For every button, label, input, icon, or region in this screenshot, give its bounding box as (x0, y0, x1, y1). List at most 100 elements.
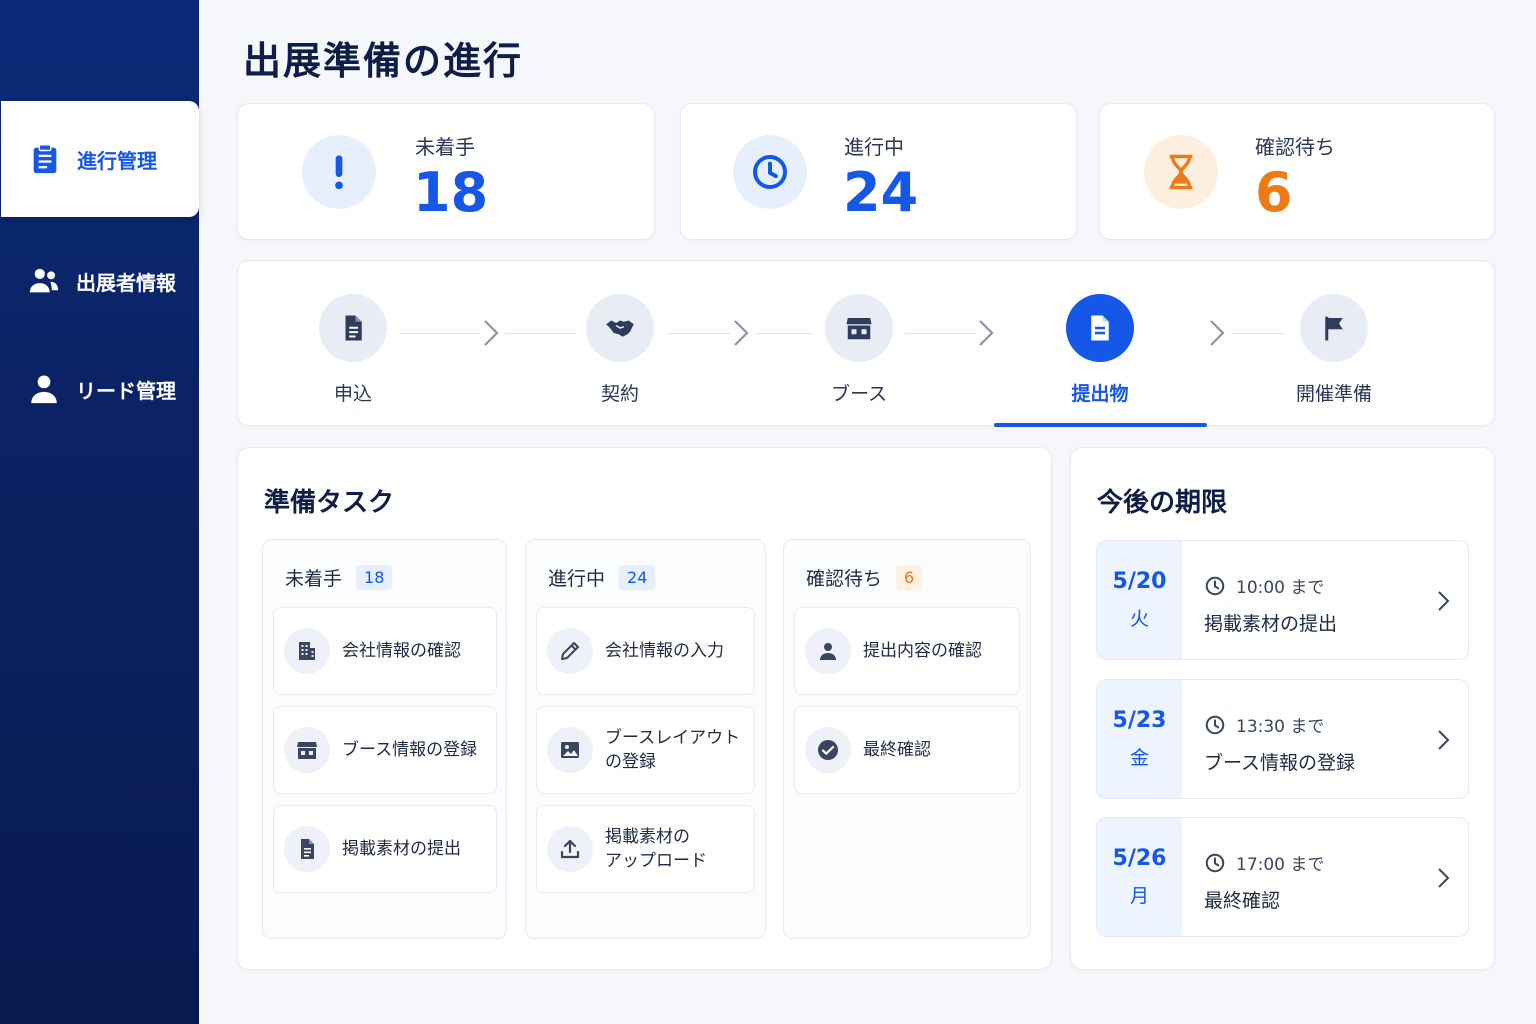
exclamation-icon (302, 135, 376, 209)
stat-value: 6 (1255, 161, 1293, 224)
stat-card-in-progress: 進行中 24 (680, 103, 1077, 240)
deadline-date: 5/20 火 (1097, 541, 1182, 659)
stat-card-awaiting-review: 確認待ち 6 (1099, 103, 1495, 240)
clipboard-icon (27, 141, 63, 177)
sidebar-item-label: リード管理 (76, 378, 176, 403)
task-label-line2: の登録 (605, 752, 656, 772)
document-icon (319, 294, 387, 362)
time-text: 13:30 まで (1236, 717, 1325, 737)
deadline-item[interactable]: 5/26 月 17:00 まで 最終確認 (1096, 817, 1469, 937)
task-label-line1: ブースレイアウト (605, 728, 741, 748)
image-icon (547, 727, 593, 773)
clock-icon (733, 135, 807, 209)
step-booth[interactable]: ブース (789, 294, 929, 406)
column-header: 進行中 24 (548, 564, 656, 591)
active-step-indicator (994, 423, 1207, 427)
task-card[interactable]: ブースレイアウト の登録 (536, 706, 755, 794)
task-label-line1: 掲載素材の (605, 827, 690, 847)
person-icon (26, 371, 62, 407)
date: 5/26 (1112, 846, 1167, 871)
weekday: 火 (1129, 608, 1149, 630)
sidebar-item-progress[interactable]: 進行管理 (1, 101, 199, 217)
clock-icon (1205, 576, 1225, 595)
deadline-date: 5/23 金 (1097, 680, 1182, 798)
step-contract[interactable]: 契約 (550, 294, 690, 406)
chevron-right-icon (484, 320, 499, 346)
progress-steps: 申込 契約 ブース 提出物 開催準備 (237, 260, 1495, 427)
task-card[interactable]: 会社情報の入力 (536, 607, 755, 695)
handshake-icon (586, 294, 654, 362)
flag-icon (1300, 294, 1368, 362)
sidebar-item-exhibitors[interactable]: 出展者情報 (0, 223, 199, 339)
clock-icon (1205, 853, 1225, 872)
task-card[interactable]: ブース情報の登録 (273, 706, 497, 794)
task-label-line2: アップロード (605, 851, 707, 871)
task-label: 会社情報の確認 (342, 641, 461, 661)
chevron-right-icon (734, 320, 749, 346)
column-title: 確認待ち (806, 568, 883, 590)
stat-label: 進行中 (844, 135, 904, 159)
task-column-in-progress: 進行中 24 会社情報の入力 ブースレイアウト の登録 掲載素材のアップロード (525, 539, 766, 939)
clock-icon (1205, 715, 1225, 734)
chevron-right-icon (979, 320, 994, 346)
time-text: 10:00 まで (1236, 578, 1325, 598)
step-application[interactable]: 申込 (283, 294, 423, 406)
step-connector (668, 333, 730, 334)
count-badge: 6 (896, 565, 923, 590)
deadline-task: 最終確認 (1204, 890, 1281, 912)
deadline-item[interactable]: 5/20 火 10:00 まで 掲載素材の提出 (1096, 540, 1469, 660)
task-card[interactable]: 掲載素材のアップロード (536, 805, 755, 893)
step-submissions[interactable]: 提出物 (1030, 294, 1170, 406)
deadline-time: 10:00 まで (1204, 573, 1324, 598)
sidebar-item-leads[interactable]: リード管理 (0, 331, 199, 447)
chevron-right-icon (1438, 868, 1450, 888)
task-card[interactable]: 掲載素材の提出 (273, 805, 497, 893)
column-title: 進行中 (548, 568, 606, 590)
stat-label: 確認待ち (1255, 135, 1335, 159)
deadline-date: 5/26 月 (1097, 818, 1182, 936)
stat-label: 未着手 (415, 135, 475, 159)
step-label: ブース (830, 383, 888, 405)
count-badge: 18 (356, 565, 393, 590)
person-icon (805, 628, 851, 674)
task-label: 提出内容の確認 (863, 641, 982, 661)
task-label: 会社情報の入力 (605, 641, 724, 661)
sidebar: 進行管理 出展者情報 リード管理 (0, 0, 199, 1024)
task-card[interactable]: 最終確認 (794, 706, 1020, 794)
users-icon (26, 263, 62, 299)
task-column-not-started: 未着手 18 会社情報の確認 ブース情報の登録 掲載素材の提出 (262, 539, 507, 939)
chevron-right-icon (1438, 591, 1450, 611)
deadline-task: ブース情報の登録 (1204, 752, 1356, 774)
chevron-right-icon (1438, 730, 1450, 750)
store-icon (284, 727, 330, 773)
task-label: 掲載素材の提出 (342, 839, 461, 859)
sidebar-item-label: 出展者情報 (76, 270, 176, 295)
task-card[interactable]: 会社情報の確認 (273, 607, 497, 695)
step-event-prep[interactable]: 開催準備 (1264, 294, 1404, 406)
section-title: 準備タスク (264, 488, 395, 518)
deadline-time: 13:30 まで (1204, 712, 1324, 737)
deadlines-panel: 今後の期限 5/20 火 10:00 まで 掲載素材の提出 5/23 金 13:… (1070, 447, 1495, 970)
task-label: ブース情報の登録 (342, 740, 478, 760)
step-connector (906, 333, 976, 334)
step-label: 申込 (333, 383, 372, 405)
task-label: 最終確認 (863, 740, 931, 760)
pencil-icon (547, 628, 593, 674)
sidebar-item-label: 進行管理 (77, 148, 157, 173)
task-card[interactable]: 提出内容の確認 (794, 607, 1020, 695)
store-icon (825, 294, 893, 362)
file-icon (1066, 294, 1134, 362)
hourglass-icon (1144, 135, 1218, 209)
deadline-item[interactable]: 5/23 金 13:30 まで ブース情報の登録 (1096, 679, 1469, 799)
chevron-right-icon (1210, 320, 1225, 346)
section-title: 今後の期限 (1097, 488, 1228, 518)
deadline-time: 17:00 まで (1204, 850, 1324, 875)
column-header: 確認待ち 6 (806, 564, 923, 591)
step-connector (400, 333, 480, 334)
building-icon (284, 628, 330, 674)
task-column-awaiting-review: 確認待ち 6 提出内容の確認 最終確認 (783, 539, 1031, 939)
tasks-panel: 準備タスク 未着手 18 会社情報の確認 ブース情報の登録 掲載素材の提出 進行… (237, 447, 1052, 970)
step-label: 契約 (600, 383, 639, 405)
weekday: 金 (1129, 747, 1149, 769)
step-label: 開催準備 (1295, 383, 1372, 405)
